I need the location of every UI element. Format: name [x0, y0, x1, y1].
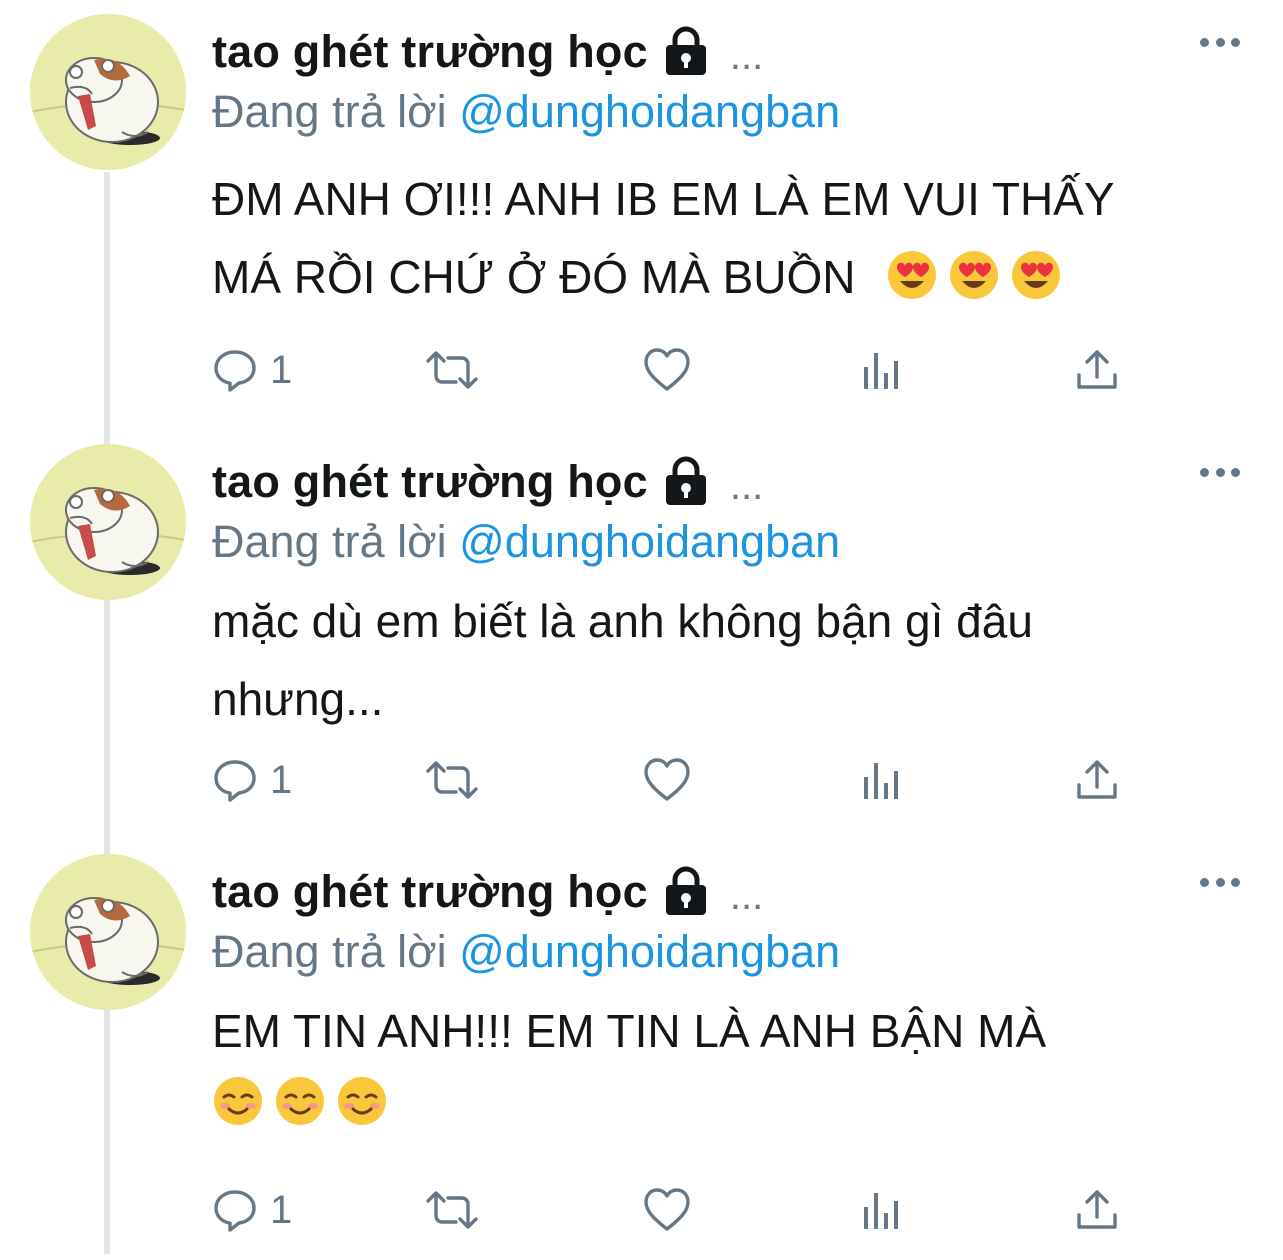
share-button[interactable] — [1074, 340, 1120, 400]
tweet-text-line: MÁ RỒI CHỨ Ở ĐÓ MÀ BUỒN — [212, 251, 856, 303]
author-name[interactable]: tao ghét trường học — [212, 866, 648, 918]
more-options-button[interactable] — [1200, 460, 1240, 484]
analytics-bars-icon — [864, 763, 898, 799]
lock-icon — [660, 456, 712, 508]
share-button[interactable] — [1074, 750, 1120, 810]
reply-count: 1 — [270, 347, 293, 392]
heart-eyes-emoji-icon — [888, 251, 937, 299]
retweet-icon — [426, 1191, 478, 1229]
tweet-text: mặc dù em biết là anh không bận gì đâu n… — [212, 582, 1252, 738]
replying-to-label: Đang trả lời — [212, 516, 447, 567]
reply-bubble-icon — [214, 350, 256, 392]
retweet-icon — [426, 351, 478, 389]
mention-link[interactable]: @dunghoidangban — [459, 926, 840, 977]
analytics-button[interactable] — [860, 750, 904, 810]
retweet-button[interactable] — [424, 340, 480, 400]
avatar[interactable] — [30, 444, 186, 600]
tweet-text: EM TIN ANH!!! EM TIN LÀ ANH BẬN MÀ — [212, 992, 1252, 1142]
hamster-avatar-icon — [30, 444, 186, 600]
reply-bubble-icon — [214, 760, 256, 802]
reply-button[interactable]: 1 — [212, 340, 292, 400]
analytics-bars-icon — [864, 353, 898, 389]
tweet-text: ĐM ANH ƠI!!! ANH IB EM LÀ EM VUI THẤY MÁ… — [212, 160, 1252, 316]
heart-icon — [644, 758, 690, 801]
more-options-button[interactable] — [1200, 870, 1240, 894]
replying-to: Đang trả lời @dunghoidangban — [212, 926, 840, 978]
share-upload-icon — [1077, 350, 1117, 389]
heart-icon — [644, 348, 690, 391]
analytics-button[interactable] — [860, 340, 904, 400]
tweet-actions: 1 — [212, 340, 1132, 400]
truncated-handle: ... — [729, 463, 764, 508]
tweet[interactable]: tao ghét trường học ... Đang trả lời @du… — [0, 430, 1283, 850]
share-upload-icon — [1077, 760, 1117, 799]
more-horizontal-icon — [1200, 877, 1209, 887]
reply-button[interactable]: 1 — [212, 750, 292, 810]
lock-icon — [660, 866, 712, 918]
more-options-button[interactable] — [1200, 30, 1240, 54]
hamster-avatar-icon — [30, 14, 186, 170]
heart-eyes-emoji-icon — [950, 251, 999, 299]
retweet-icon — [426, 761, 478, 799]
mention-link[interactable]: @dunghoidangban — [459, 516, 840, 567]
retweet-button[interactable] — [424, 1180, 480, 1240]
lock-icon — [660, 26, 712, 78]
reply-bubble-icon — [214, 1190, 256, 1232]
replying-to: Đang trả lời @dunghoidangban — [212, 516, 840, 568]
tweet-text-line: mặc dù em biết là anh không bận gì đâu — [212, 595, 1033, 647]
mention-link[interactable]: @dunghoidangban — [459, 86, 840, 137]
tweet-header: tao ghét trường học ... — [212, 454, 763, 510]
reply-count: 1 — [270, 1187, 293, 1232]
share-upload-icon — [1077, 1190, 1117, 1229]
heart-icon — [644, 1188, 690, 1231]
avatar[interactable] — [30, 14, 186, 170]
author-name[interactable]: tao ghét trường học — [212, 456, 648, 508]
more-horizontal-icon — [1200, 37, 1209, 47]
emoji-row — [212, 1064, 1252, 1142]
smiling-face-emoji-icon — [276, 1077, 324, 1125]
author-name[interactable]: tao ghét trường học — [212, 26, 648, 78]
replying-to-label: Đang trả lời — [212, 86, 447, 137]
hamster-avatar-icon — [30, 854, 186, 1010]
tweet-header: tao ghét trường học ... — [212, 24, 763, 80]
tweet[interactable]: tao ghét trường học ... Đang trả lời @du… — [0, 0, 1283, 420]
smiling-face-emoji-icon — [338, 1077, 386, 1125]
smiling-face-emoji-icon — [214, 1077, 262, 1125]
tweet-header: tao ghét trường học ... — [212, 864, 763, 920]
avatar[interactable] — [30, 854, 186, 1010]
tweet-text-line: nhưng... — [212, 673, 384, 725]
replying-to-label: Đang trả lời — [212, 926, 447, 977]
like-button[interactable] — [642, 340, 692, 400]
truncated-handle: ... — [729, 873, 764, 918]
like-button[interactable] — [642, 1180, 692, 1240]
tweet-actions: 1 — [212, 750, 1132, 810]
analytics-button[interactable] — [860, 1180, 904, 1240]
like-button[interactable] — [642, 750, 692, 810]
tweet-text-line: EM TIN ANH!!! EM TIN LÀ ANH BẬN MÀ — [212, 1005, 1047, 1057]
heart-eyes-emoji-icon — [1012, 251, 1061, 299]
truncated-handle: ... — [729, 33, 764, 78]
reply-button[interactable]: 1 — [212, 1180, 292, 1240]
retweet-button[interactable] — [424, 750, 480, 810]
tweet-text-line: ĐM ANH ƠI!!! ANH IB EM LÀ EM VUI THẤY — [212, 173, 1115, 225]
tweet[interactable]: tao ghét trường học ... Đang trả lời @du… — [0, 840, 1283, 1260]
tweet-text-line-with-emoji: MÁ RỒI CHỨ Ở ĐÓ MÀ BUỒN — [212, 238, 1252, 316]
more-horizontal-icon — [1200, 467, 1209, 477]
reply-count: 1 — [270, 757, 293, 802]
share-button[interactable] — [1074, 1180, 1120, 1240]
tweet-actions: 1 — [212, 1180, 1132, 1240]
analytics-bars-icon — [864, 1193, 898, 1229]
replying-to: Đang trả lời @dunghoidangban — [212, 86, 840, 138]
